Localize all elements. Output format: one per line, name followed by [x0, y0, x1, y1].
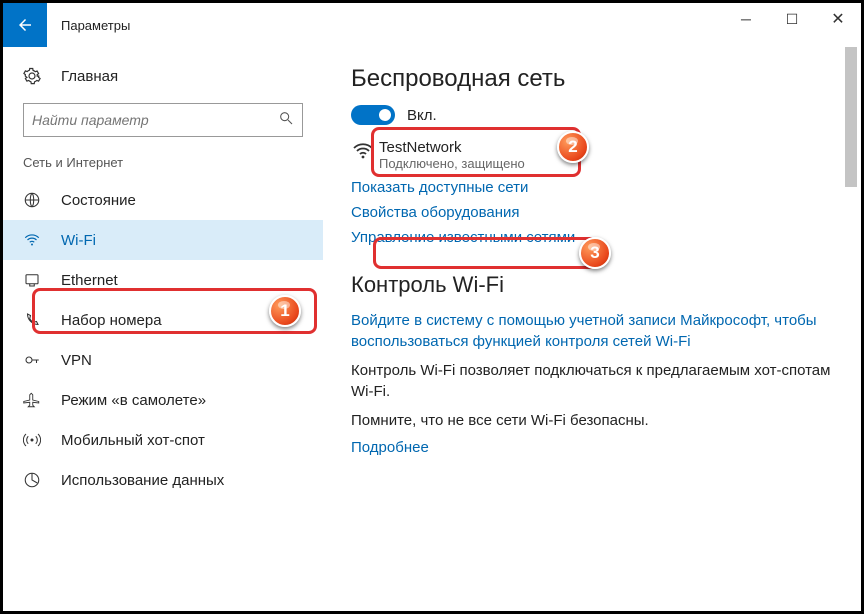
- wifi-icon: [23, 231, 43, 249]
- search-icon: [278, 110, 294, 131]
- nav-label: Использование данных: [61, 472, 224, 489]
- nav-ethernet[interactable]: Ethernet: [3, 260, 323, 300]
- back-button[interactable]: [3, 3, 47, 47]
- link-manage-known[interactable]: Управление известными сетями: [351, 229, 849, 246]
- globe-icon: [23, 191, 43, 209]
- section-heading: Контроль Wi-Fi: [351, 272, 849, 298]
- nav-label: Набор номера: [61, 312, 162, 329]
- nav-label: Ethernet: [61, 272, 118, 289]
- maximize-button[interactable]: ☐: [769, 3, 815, 35]
- nav-vpn[interactable]: VPN: [3, 340, 323, 380]
- network-name: TestNetwork: [379, 139, 525, 156]
- wifi-toggle-label: Вкл.: [407, 107, 437, 124]
- body-text-1: Контроль Wi-Fi позволяет подключаться к …: [351, 360, 849, 402]
- nav-hotspot[interactable]: Мобильный хот-спот: [3, 420, 323, 460]
- airplane-icon: [23, 391, 43, 409]
- close-button[interactable]: ✕: [815, 3, 861, 35]
- dialup-icon: [23, 311, 43, 329]
- window-controls: ─ ☐ ✕: [723, 3, 861, 35]
- vpn-icon: [23, 351, 43, 369]
- wifi-toggle-row: Вкл.: [351, 105, 849, 125]
- scrollbar[interactable]: [844, 47, 858, 608]
- nav-label: Состояние: [61, 192, 136, 209]
- connected-network[interactable]: TestNetwork Подключено, защищено: [351, 139, 849, 171]
- ethernet-icon: [23, 271, 43, 289]
- hotspot-icon: [23, 431, 43, 449]
- nav-label: Wi-Fi: [61, 232, 96, 249]
- nav-data-usage[interactable]: Использование данных: [3, 460, 323, 500]
- link-hardware-properties[interactable]: Свойства оборудования: [351, 204, 849, 221]
- search-input[interactable]: [32, 112, 278, 128]
- nav-airplane[interactable]: Режим «в самолете»: [3, 380, 323, 420]
- minimize-button[interactable]: ─: [723, 3, 769, 35]
- link-available-networks[interactable]: Показать доступные сети: [351, 179, 849, 196]
- section-header: Сеть и Интернет: [3, 151, 323, 180]
- titlebar: Параметры ─ ☐ ✕: [3, 3, 861, 47]
- wifi-signal-icon: [351, 139, 379, 168]
- nav-label: Режим «в самолете»: [61, 392, 206, 409]
- scroll-thumb[interactable]: [845, 47, 857, 187]
- home-label: Главная: [61, 68, 118, 85]
- body-text-2: Помните, что не все сети Wi-Fi безопасны…: [351, 410, 849, 431]
- link-more[interactable]: Подробнее: [351, 439, 849, 456]
- nav-status[interactable]: Состояние: [3, 180, 323, 220]
- nav-label: VPN: [61, 352, 92, 369]
- sidebar: Главная Сеть и Интернет Состояние Wi-Fi …: [3, 47, 323, 611]
- nav-label: Мобильный хот-спот: [61, 432, 205, 449]
- nav-dialup[interactable]: Набор номера: [3, 300, 323, 340]
- window-title: Параметры: [61, 18, 130, 33]
- nav-wifi[interactable]: Wi-Fi: [3, 220, 323, 260]
- gear-icon: [23, 67, 43, 85]
- search-box[interactable]: [23, 103, 303, 137]
- wifi-toggle[interactable]: [351, 105, 395, 125]
- content-pane: Беспроводная сеть Вкл. TestNetwork Подкл…: [323, 47, 861, 611]
- link-signin[interactable]: Войдите в систему с помощью учетной запи…: [351, 310, 849, 352]
- page-heading: Беспроводная сеть: [351, 65, 849, 93]
- arrow-left-icon: [16, 16, 34, 34]
- home-nav[interactable]: Главная: [3, 57, 323, 95]
- network-status: Подключено, защищено: [379, 156, 525, 171]
- data-usage-icon: [23, 471, 43, 489]
